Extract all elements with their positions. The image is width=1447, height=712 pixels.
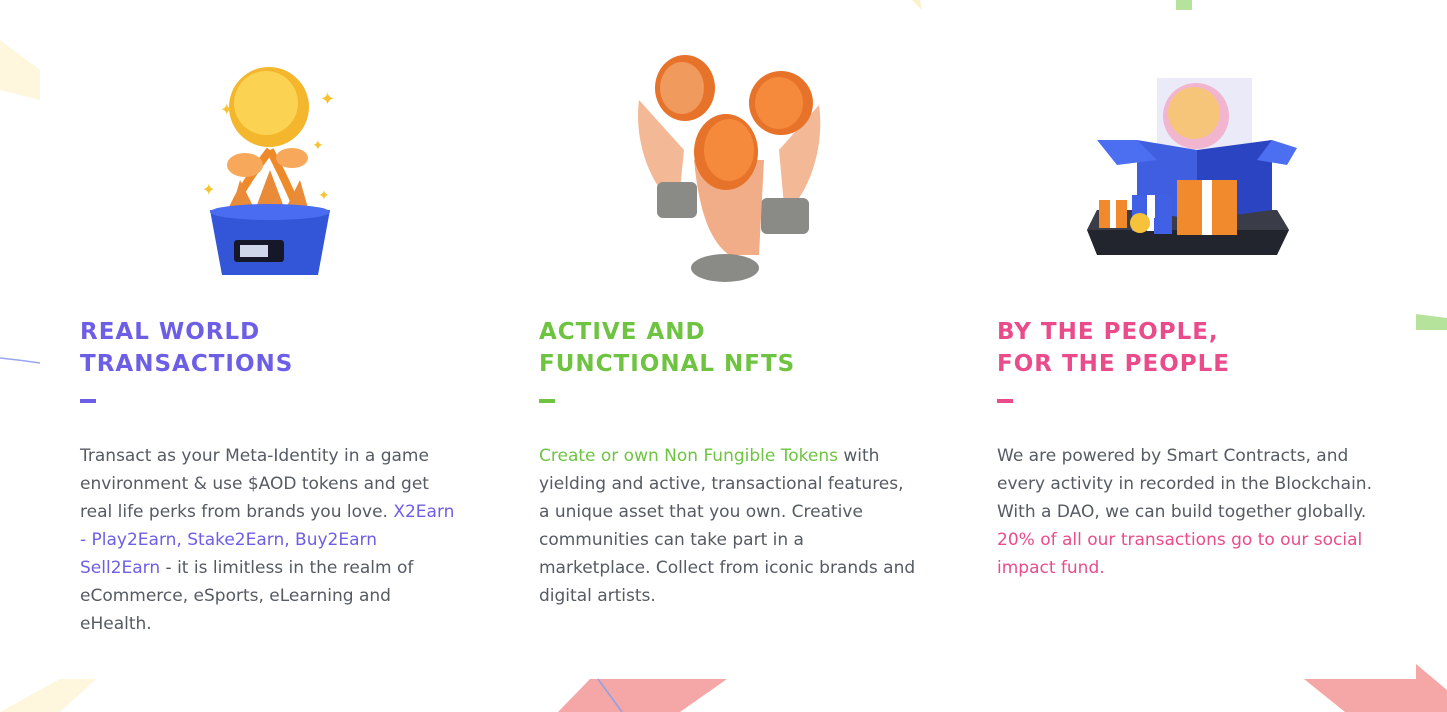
description-text: with yielding and active, transactional …	[539, 446, 916, 606]
description-text: Transact as your Meta-Identity in a game…	[80, 446, 429, 522]
title-underline-dash	[997, 399, 1013, 403]
description-text: We are powered by Smart Contracts, and e…	[997, 446, 1372, 522]
svg-text:✦: ✦	[320, 89, 335, 110]
hands-coins-icon	[638, 55, 821, 282]
svg-text:✦: ✦	[312, 138, 324, 154]
feature-description: We are powered by Smart Contracts, and e…	[997, 442, 1377, 582]
gift-box-coin-icon	[1087, 78, 1297, 255]
svg-text:✦: ✦	[220, 100, 233, 119]
title-underline-dash	[539, 399, 555, 403]
nft-link[interactable]: Create or own Non Fungible Tokens	[539, 446, 838, 466]
feature-title: BY THE PEOPLE, FOR THE PEOPLE	[997, 319, 1230, 377]
svg-text:✦: ✦	[318, 188, 330, 204]
money-plant-icon: ✦ ✦ ✦ ✦ ✦	[202, 67, 335, 275]
title-underline-dash	[80, 399, 96, 403]
feature-title: REAL WORLD TRANSACTIONS	[80, 319, 294, 377]
social-impact-link[interactable]: 20% of all our transactions go to our so…	[997, 526, 1377, 582]
feature-title: ACTIVE AND FUNCTIONAL NFTS	[539, 319, 796, 377]
feature-description: Create or own Non Fungible Tokens with y…	[539, 442, 919, 610]
svg-text:✦: ✦	[202, 180, 215, 199]
feature-description: Transact as your Meta-Identity in a game…	[80, 442, 460, 638]
